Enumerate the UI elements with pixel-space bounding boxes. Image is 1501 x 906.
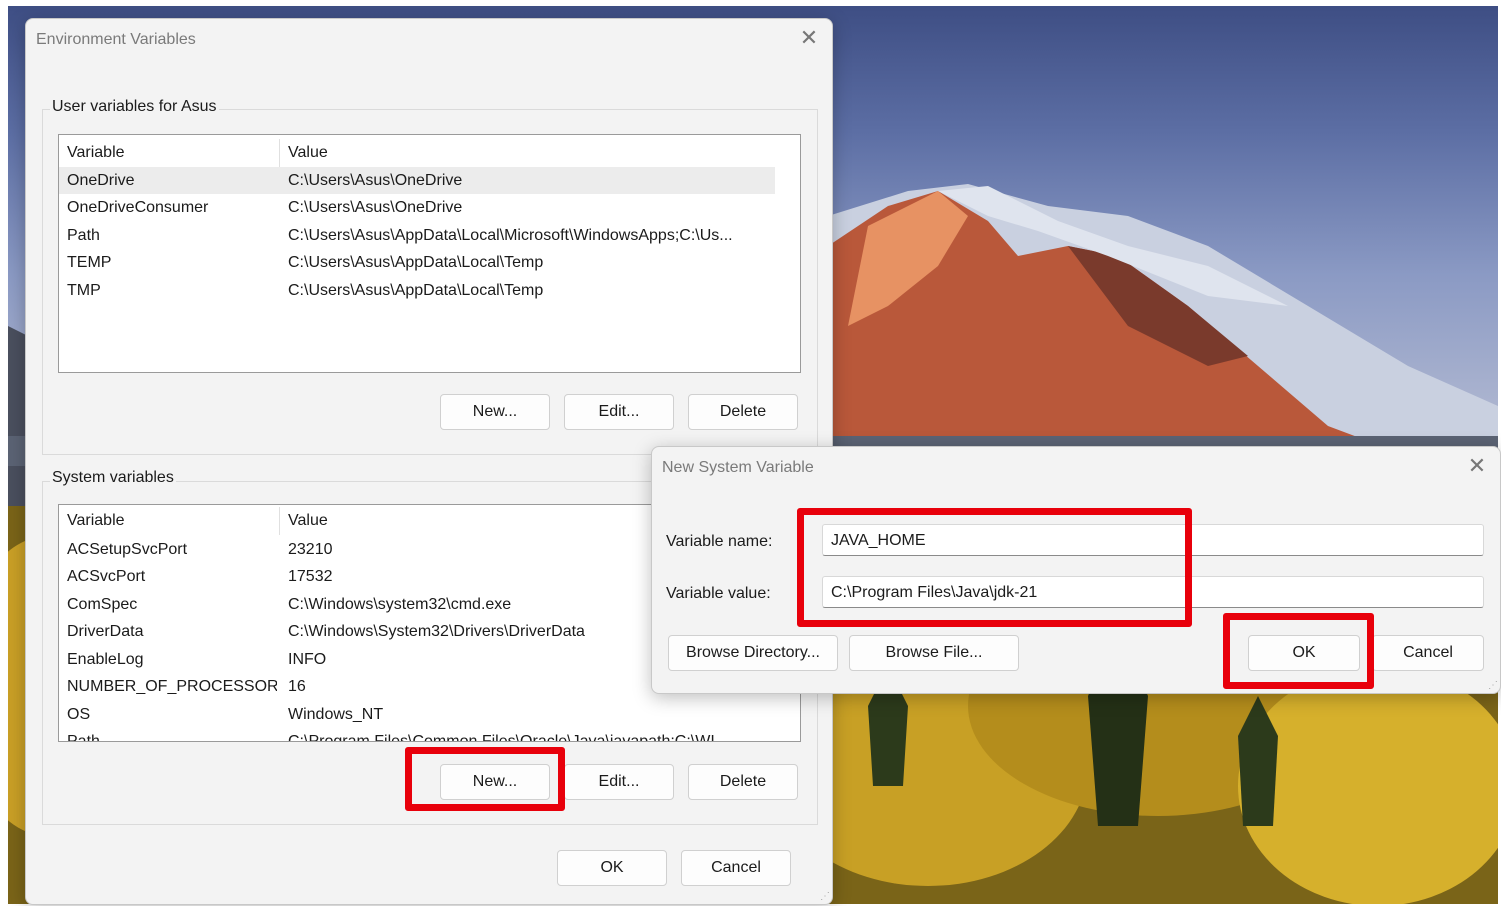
table-row[interactable]: OneDriveConsumer C:\Users\Asus\OneDrive: [59, 194, 775, 221]
variable-value-input[interactable]: C:\Program Files\Java\jdk-21: [822, 576, 1484, 608]
cancel-button[interactable]: Cancel: [681, 850, 791, 886]
variable-name-cell: ACSvcPort: [67, 568, 146, 585]
variable-value-cell: C:\Users\Asus\OneDrive: [288, 172, 463, 189]
user-variables-list[interactable]: Variable Value OneDrive C:\Users\Asus\On…: [58, 134, 801, 373]
variable-name-cell: Path: [67, 733, 100, 742]
variable-name-cell: OneDrive: [67, 172, 135, 189]
table-row[interactable]: TEMP C:\Users\Asus\AppData\Local\Temp: [59, 249, 775, 276]
variable-value-label: Variable value:: [666, 585, 771, 602]
column-divider[interactable]: [279, 139, 280, 167]
column-header-variable[interactable]: Variable: [67, 139, 277, 166]
browse-file-button[interactable]: Browse File...: [849, 635, 1019, 671]
table-row[interactable]: Path C:\Program Files\Common Files\Oracl…: [59, 728, 775, 742]
variable-name-cell: OneDriveConsumer: [67, 199, 209, 216]
variable-name-cell: TMP: [67, 282, 101, 299]
variable-name-cell: ACSetupSvcPort: [67, 541, 188, 558]
system-edit-button[interactable]: Edit...: [564, 764, 674, 800]
variable-value-cell: C:\Users\Asus\AppData\Local\Temp: [288, 282, 544, 299]
new-system-variable-dialog: New System Variable ✕ Variable name: JAV…: [651, 446, 1501, 694]
variable-name-cell: EnableLog: [67, 651, 144, 668]
window-title: Environment Variables: [36, 31, 196, 48]
table-row[interactable]: OneDrive C:\Users\Asus\OneDrive: [59, 167, 775, 194]
user-new-button[interactable]: New...: [440, 394, 550, 430]
variable-value-cell: C:\Program Files\Common Files\Oracle\Jav…: [288, 733, 729, 742]
table-row[interactable]: TMP C:\Users\Asus\AppData\Local\Temp: [59, 277, 775, 304]
user-edit-button[interactable]: Edit...: [564, 394, 674, 430]
list-header: Variable Value: [59, 139, 800, 167]
close-icon[interactable]: ✕: [798, 27, 820, 49]
variable-name-cell: NUMBER_OF_PROCESSORS: [67, 678, 277, 695]
variable-name-label: Variable name:: [666, 533, 773, 550]
resize-grip-icon[interactable]: ⋰: [820, 892, 830, 902]
table-row[interactable]: Path C:\Users\Asus\AppData\Local\Microso…: [59, 222, 775, 249]
column-divider[interactable]: [279, 507, 280, 535]
resize-grip-icon[interactable]: ⋰: [1488, 681, 1498, 691]
variable-name-cell: ComSpec: [67, 596, 138, 613]
column-header-variable[interactable]: Variable: [67, 507, 277, 534]
column-header-value[interactable]: Value: [288, 139, 788, 166]
table-row[interactable]: OS Windows_NT: [59, 701, 775, 728]
variable-value-cell: C:\Users\Asus\AppData\Local\Temp: [288, 254, 544, 271]
close-icon[interactable]: ✕: [1466, 455, 1488, 477]
variable-name-cell: Path: [67, 227, 100, 244]
dialog-ok-button[interactable]: OK: [1248, 635, 1360, 671]
system-delete-button[interactable]: Delete: [688, 764, 798, 800]
dialog-title: New System Variable: [662, 459, 814, 476]
dialog-cancel-button[interactable]: Cancel: [1372, 635, 1484, 671]
variable-name-cell: TEMP: [67, 254, 112, 271]
variable-name-cell: DriverData: [67, 623, 144, 640]
user-delete-button[interactable]: Delete: [688, 394, 798, 430]
ok-button[interactable]: OK: [557, 850, 667, 886]
system-new-button[interactable]: New...: [440, 764, 550, 800]
variable-value-cell: C:\Users\Asus\AppData\Local\Microsoft\Wi…: [288, 227, 733, 244]
browse-directory-button[interactable]: Browse Directory...: [668, 635, 838, 671]
user-variables-label: User variables for Asus: [50, 98, 219, 116]
variable-name-cell: OS: [67, 706, 91, 723]
system-variables-label: System variables: [50, 469, 176, 487]
variable-value-cell: Windows_NT: [288, 706, 384, 723]
variable-name-input[interactable]: JAVA_HOME: [822, 524, 1484, 556]
variable-value-cell: C:\Users\Asus\OneDrive: [288, 199, 463, 216]
